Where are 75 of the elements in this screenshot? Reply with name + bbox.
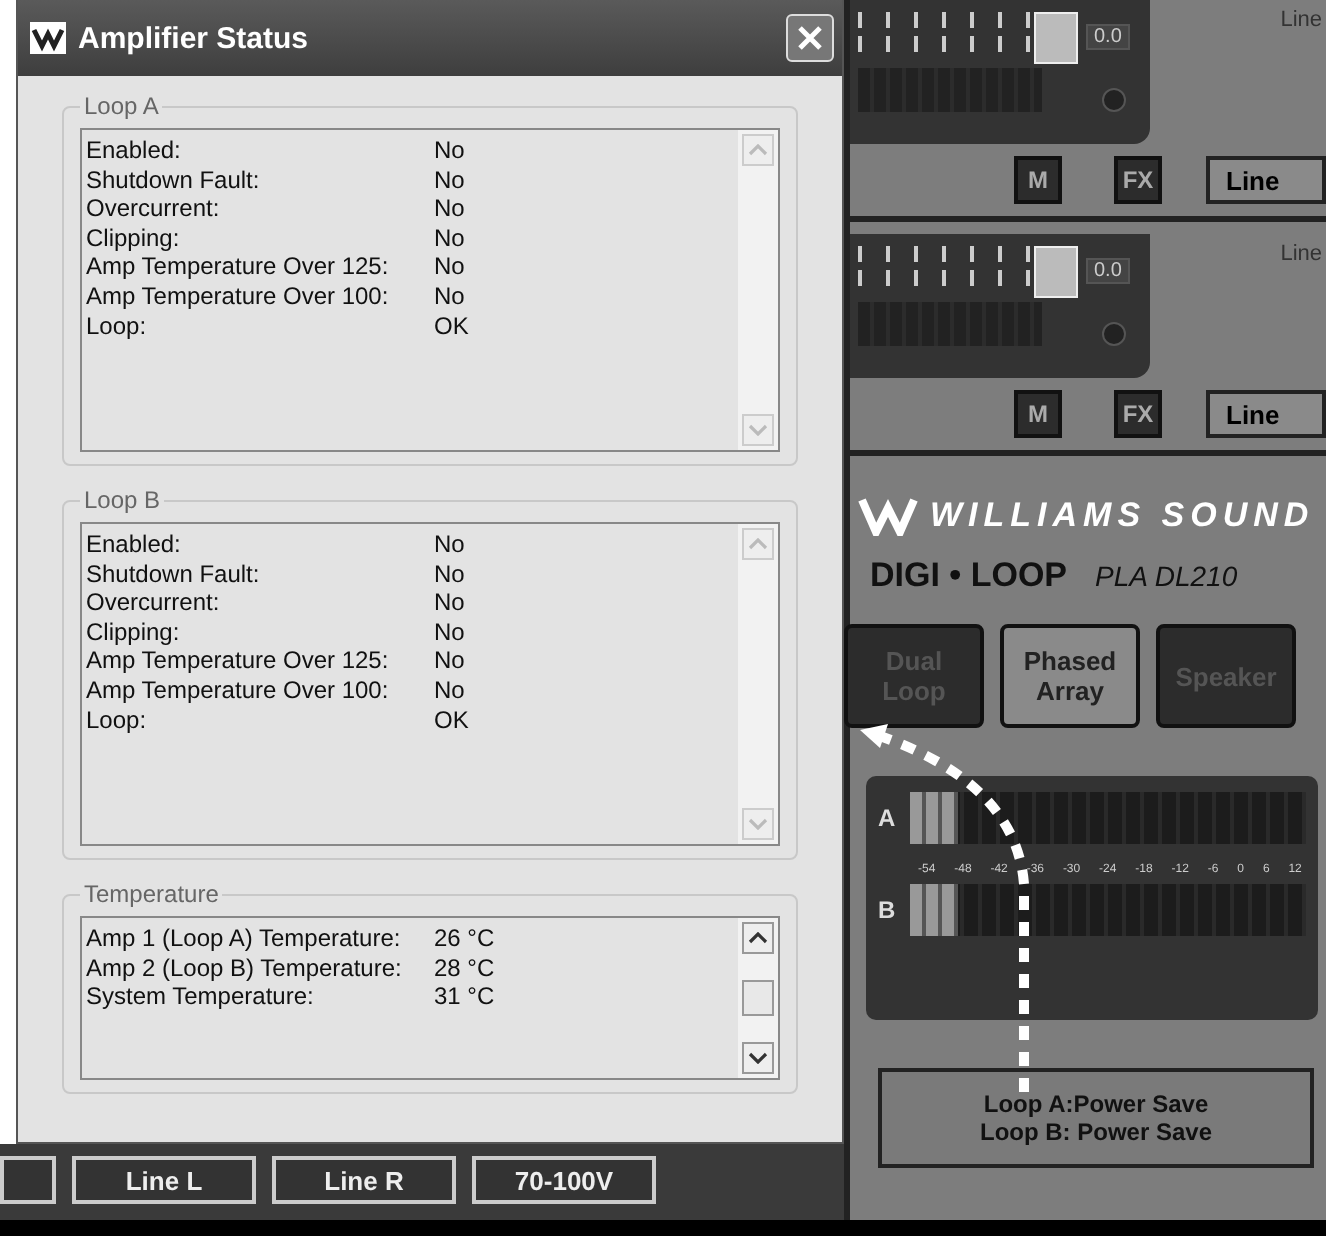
status-label: Overcurrent: <box>86 194 222 224</box>
scroll-up-icon[interactable] <box>742 922 774 954</box>
panel-button[interactable]: 70-100V <box>472 1156 656 1204</box>
status-value: No <box>434 252 467 282</box>
status-value: 26 °C <box>434 924 497 954</box>
fader-knob[interactable] <box>1034 246 1078 298</box>
mode-button[interactable]: Phased Array <box>1000 624 1140 728</box>
channel-button[interactable]: FX <box>1114 390 1162 438</box>
meter-label: B <box>878 896 898 924</box>
status-value: 31 °C <box>434 982 497 1012</box>
status-label: Loop: <box>86 705 149 735</box>
status-value: OK <box>434 311 471 341</box>
status-value: No <box>434 559 467 589</box>
status-value: No <box>434 194 467 224</box>
status-value: No <box>434 530 467 560</box>
channel-button[interactable]: FX <box>1114 156 1162 204</box>
status-value: No <box>434 223 467 253</box>
group-title: Loop B <box>82 486 163 514</box>
input-button[interactable]: Line <box>1206 156 1326 204</box>
status-label: Amp 2 (Loop B) Temperature: <box>86 953 404 983</box>
scrollbar[interactable] <box>738 918 778 1078</box>
model-name: PLA DL210 <box>1095 560 1238 592</box>
brand-name: WILLIAMS SOUND <box>930 496 1315 536</box>
indicator-led <box>1102 88 1126 112</box>
group-title: Loop A <box>82 92 161 120</box>
status-value: No <box>434 165 467 195</box>
brand-logo-icon <box>858 496 918 536</box>
status-label: Loop: <box>86 311 149 341</box>
status-list[interactable]: Enabled: No Shutdown Fault: No Overcurrent: No Clipping: No Amp Temperature Over 125: No Amp Temperature Over 100: No Loop: OK <box>80 128 780 452</box>
status-value: No <box>434 617 467 647</box>
app-logo-icon <box>30 22 66 54</box>
input-button[interactable]: Line <box>1206 390 1326 438</box>
panel-button[interactable]: Line R <box>272 1156 456 1204</box>
status-label: Enabled: <box>86 530 183 560</box>
indicator-led <box>1102 322 1126 346</box>
status-value: OK <box>434 705 471 735</box>
status-label: Overcurrent: <box>86 588 222 618</box>
channel-label: Line <box>1280 6 1324 32</box>
channel-button[interactable]: M <box>1014 390 1062 438</box>
close-icon <box>796 24 824 52</box>
status-value: 28 °C <box>434 953 497 983</box>
status-label: Shutdown Fault: <box>86 165 262 195</box>
close-button[interactable] <box>786 14 834 62</box>
product-name: DIGI • LOOP <box>870 556 1068 596</box>
scroll-thumb[interactable] <box>742 980 774 1016</box>
status-label: Shutdown Fault: <box>86 559 262 589</box>
status-list[interactable]: Amp 1 (Loop A) Temperature: 26 °C Amp 2 (Loop B) Temperature: 28 °C System Temperature: 31 °C <box>80 916 780 1080</box>
status-label: Clipping: <box>86 223 182 253</box>
fader-knob[interactable] <box>1034 12 1078 64</box>
panel-button[interactable]: Line L <box>72 1156 256 1204</box>
channel-label: Line <box>1280 240 1324 266</box>
status-label: Enabled: <box>86 136 183 166</box>
status-text: Loop B: Power Save <box>979 1118 1213 1146</box>
status-text: Loop A:Power Save <box>983 1090 1209 1118</box>
status-value: No <box>434 588 467 618</box>
status-value: No <box>434 675 467 706</box>
status-list[interactable]: Enabled: No Shutdown Fault: No Overcurrent: No Clipping: No Amp Temperature Over 125: No Amp Temperature Over 100: No Loop: OK <box>80 522 780 846</box>
status-label: Amp Temperature Over 125: <box>86 646 391 676</box>
status-value: No <box>434 281 467 312</box>
status-value: No <box>434 646 467 676</box>
status-label: System Temperature: <box>86 982 316 1012</box>
status-label: Clipping: <box>86 617 182 647</box>
status-value: No <box>434 136 467 166</box>
meter-label: A <box>878 804 898 832</box>
fader-reading: 0.0 <box>1086 24 1130 50</box>
status-label: Amp Temperature Over 100: <box>86 675 391 706</box>
status-label: Amp 1 (Loop A) Temperature: <box>86 924 403 954</box>
scroll-down-icon[interactable] <box>742 1042 774 1074</box>
channel-button[interactable]: M <box>1014 156 1062 204</box>
status-label: Amp Temperature Over 100: <box>86 281 391 312</box>
window-title: Amplifier Status <box>78 21 311 55</box>
fader-reading: 0.0 <box>1086 258 1130 284</box>
partial-button[interactable] <box>0 1156 56 1204</box>
status-label: Amp Temperature Over 125: <box>86 252 391 282</box>
group-title: Temperature <box>82 880 221 908</box>
